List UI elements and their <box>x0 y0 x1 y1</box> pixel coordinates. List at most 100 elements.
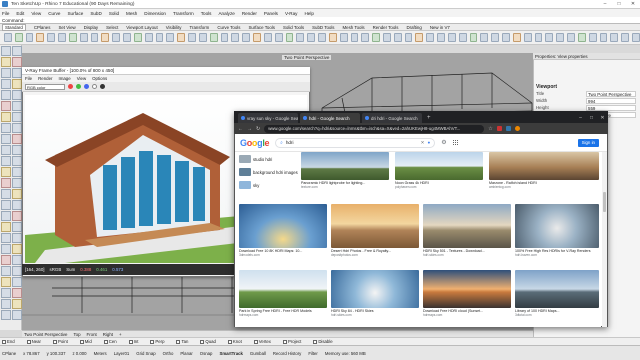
image-thumbnail[interactable] <box>239 270 327 308</box>
toolbar-tab-solid-tools[interactable]: Solid Tools <box>283 25 304 30</box>
side-tool-icon[interactable] <box>1 123 11 133</box>
tool-icon[interactable] <box>437 33 445 42</box>
green-channel-icon[interactable] <box>76 84 81 89</box>
channel-select[interactable]: RGB color <box>25 83 65 90</box>
view-tab[interactable]: Right <box>103 332 113 337</box>
tool-icon[interactable] <box>318 33 326 42</box>
side-tool-icon[interactable] <box>12 134 22 144</box>
viewport-label[interactable]: Two Point Perspective <box>282 55 332 60</box>
side-tool-icon[interactable] <box>1 211 11 221</box>
property-value[interactable]: Two Point Perspective <box>586 91 636 97</box>
image-thumbnail[interactable] <box>423 204 511 248</box>
tool-icon[interactable] <box>296 33 305 42</box>
side-tool-icon[interactable] <box>12 68 22 78</box>
checkbox-icon[interactable] <box>128 339 133 344</box>
side-tool-icon[interactable] <box>1 255 11 265</box>
side-tool-icon[interactable] <box>12 112 22 122</box>
image-thumbnail[interactable] <box>239 204 327 248</box>
status-toggle[interactable]: Record History <box>273 351 301 356</box>
sign-in-button[interactable]: Sign in <box>577 138 599 147</box>
close-icon[interactable]: ✕ <box>626 1 640 7</box>
tool-icon[interactable] <box>274 33 283 42</box>
checkbox-icon[interactable] <box>2 339 6 344</box>
reload-icon[interactable]: ↻ <box>256 126 260 132</box>
image-result[interactable]: Noon Grass 4k HDRI polyhaven.com <box>395 152 483 189</box>
menu-item-curve[interactable]: Curve <box>48 11 60 16</box>
side-tool-icon[interactable] <box>12 211 22 221</box>
vfb-menu-item[interactable]: Render <box>38 76 52 81</box>
side-tool-icon[interactable] <box>1 244 11 254</box>
osnap-option[interactable]: Point <box>52 339 74 344</box>
image-result[interactable]: Download Free HDRI cloud (Sunset... hdrma… <box>423 270 511 317</box>
osnap-option[interactable]: Project <box>282 339 307 344</box>
tool-icon[interactable] <box>209 33 218 42</box>
menu-item-view[interactable]: View <box>31 11 41 16</box>
tool-icon[interactable] <box>328 33 337 42</box>
browser-tab[interactable]: vray sun sky - Google Search <box>238 113 298 123</box>
tool-icon[interactable] <box>58 33 66 42</box>
tool-icon[interactable] <box>90 33 99 42</box>
image-thumbnail[interactable] <box>489 152 599 180</box>
vfb-menu-item[interactable]: Image <box>58 76 70 81</box>
checkbox-icon[interactable] <box>200 339 205 344</box>
toolbar-tab-cplanes[interactable]: CPlanes <box>34 25 51 30</box>
menu-item-render[interactable]: Render <box>242 11 257 16</box>
side-tool-icon[interactable] <box>1 46 11 56</box>
tool-icon[interactable] <box>155 33 164 42</box>
browser-minimize-icon[interactable]: – <box>575 115 586 121</box>
side-tool-icon[interactable] <box>1 189 11 199</box>
command-line[interactable]: Command: <box>0 17 640 24</box>
image-result[interactable]: Library of 100 HDRI Maps... 3dtotal.com <box>515 270 599 317</box>
side-tool-icon[interactable] <box>1 90 11 100</box>
tool-icon[interactable] <box>14 33 23 42</box>
vfb-menu-item[interactable]: File <box>25 76 32 81</box>
tool-icon[interactable] <box>502 33 510 42</box>
tool-icon[interactable] <box>458 33 467 42</box>
menu-item-analyze[interactable]: Analyze <box>218 11 234 16</box>
tool-icon[interactable] <box>556 33 565 42</box>
apps-grid-icon[interactable] <box>452 139 459 146</box>
image-result[interactable]: Park in Spring Free HDRI - Free HDR Mode… <box>239 270 327 317</box>
side-tool-icon[interactable] <box>1 167 11 177</box>
red-channel-icon[interactable] <box>68 84 73 89</box>
checkbox-icon[interactable] <box>52 339 57 344</box>
extension-icon[interactable] <box>496 126 502 131</box>
back-icon[interactable]: ← <box>238 126 243 132</box>
toolbar-tab-standard[interactable]: Standard <box>2 23 26 31</box>
tool-icon[interactable] <box>242 33 251 42</box>
side-tool-icon[interactable] <box>12 266 22 276</box>
browser-maximize-icon[interactable]: □ <box>586 115 597 121</box>
color-mode[interactable]: sRGB <box>50 267 62 272</box>
side-tool-icon[interactable] <box>12 310 22 320</box>
tool-icon[interactable] <box>112 33 121 42</box>
tool-icon[interactable] <box>577 33 586 42</box>
tool-icon[interactable] <box>567 33 575 42</box>
tool-icon[interactable] <box>198 33 207 42</box>
osnap-option[interactable]: Near <box>26 339 47 344</box>
settings-gear-icon[interactable]: ⚙ <box>441 139 446 146</box>
menu-item-mesh[interactable]: Mesh <box>126 11 137 16</box>
tool-icon[interactable] <box>512 33 521 42</box>
tool-icon[interactable] <box>133 33 142 42</box>
side-tool-icon[interactable] <box>12 46 22 56</box>
tool-icon[interactable] <box>610 33 619 42</box>
toolbar-tab-select[interactable]: Select <box>106 25 118 30</box>
side-tool-icon[interactable] <box>12 222 22 232</box>
status-toggle[interactable]: SmartTrack <box>219 351 242 356</box>
image-thumbnail[interactable] <box>331 204 419 248</box>
osnap-option[interactable]: Disable <box>313 339 338 344</box>
url-field[interactable]: www.google.com/search?q=hdri&source=lnms… <box>264 124 485 133</box>
maximize-icon[interactable]: □ <box>612 1 626 7</box>
checkbox-icon[interactable] <box>150 339 155 344</box>
layer-label[interactable]: Layer01 <box>114 351 130 356</box>
side-tool-icon[interactable] <box>1 277 11 287</box>
osnap-option[interactable]: Knot <box>227 339 248 344</box>
image-thumbnail[interactable] <box>515 270 599 308</box>
tool-icon[interactable] <box>177 33 186 42</box>
vfb-menu-item[interactable]: Options <box>92 76 107 81</box>
side-tool-icon[interactable] <box>1 233 11 243</box>
osnap-option[interactable]: Mid <box>79 339 98 344</box>
bookmark-star-icon[interactable]: ☆ <box>488 126 492 132</box>
side-tool-icon[interactable] <box>1 101 11 111</box>
toolbar-tab-drafting[interactable]: Drafting <box>406 25 421 30</box>
